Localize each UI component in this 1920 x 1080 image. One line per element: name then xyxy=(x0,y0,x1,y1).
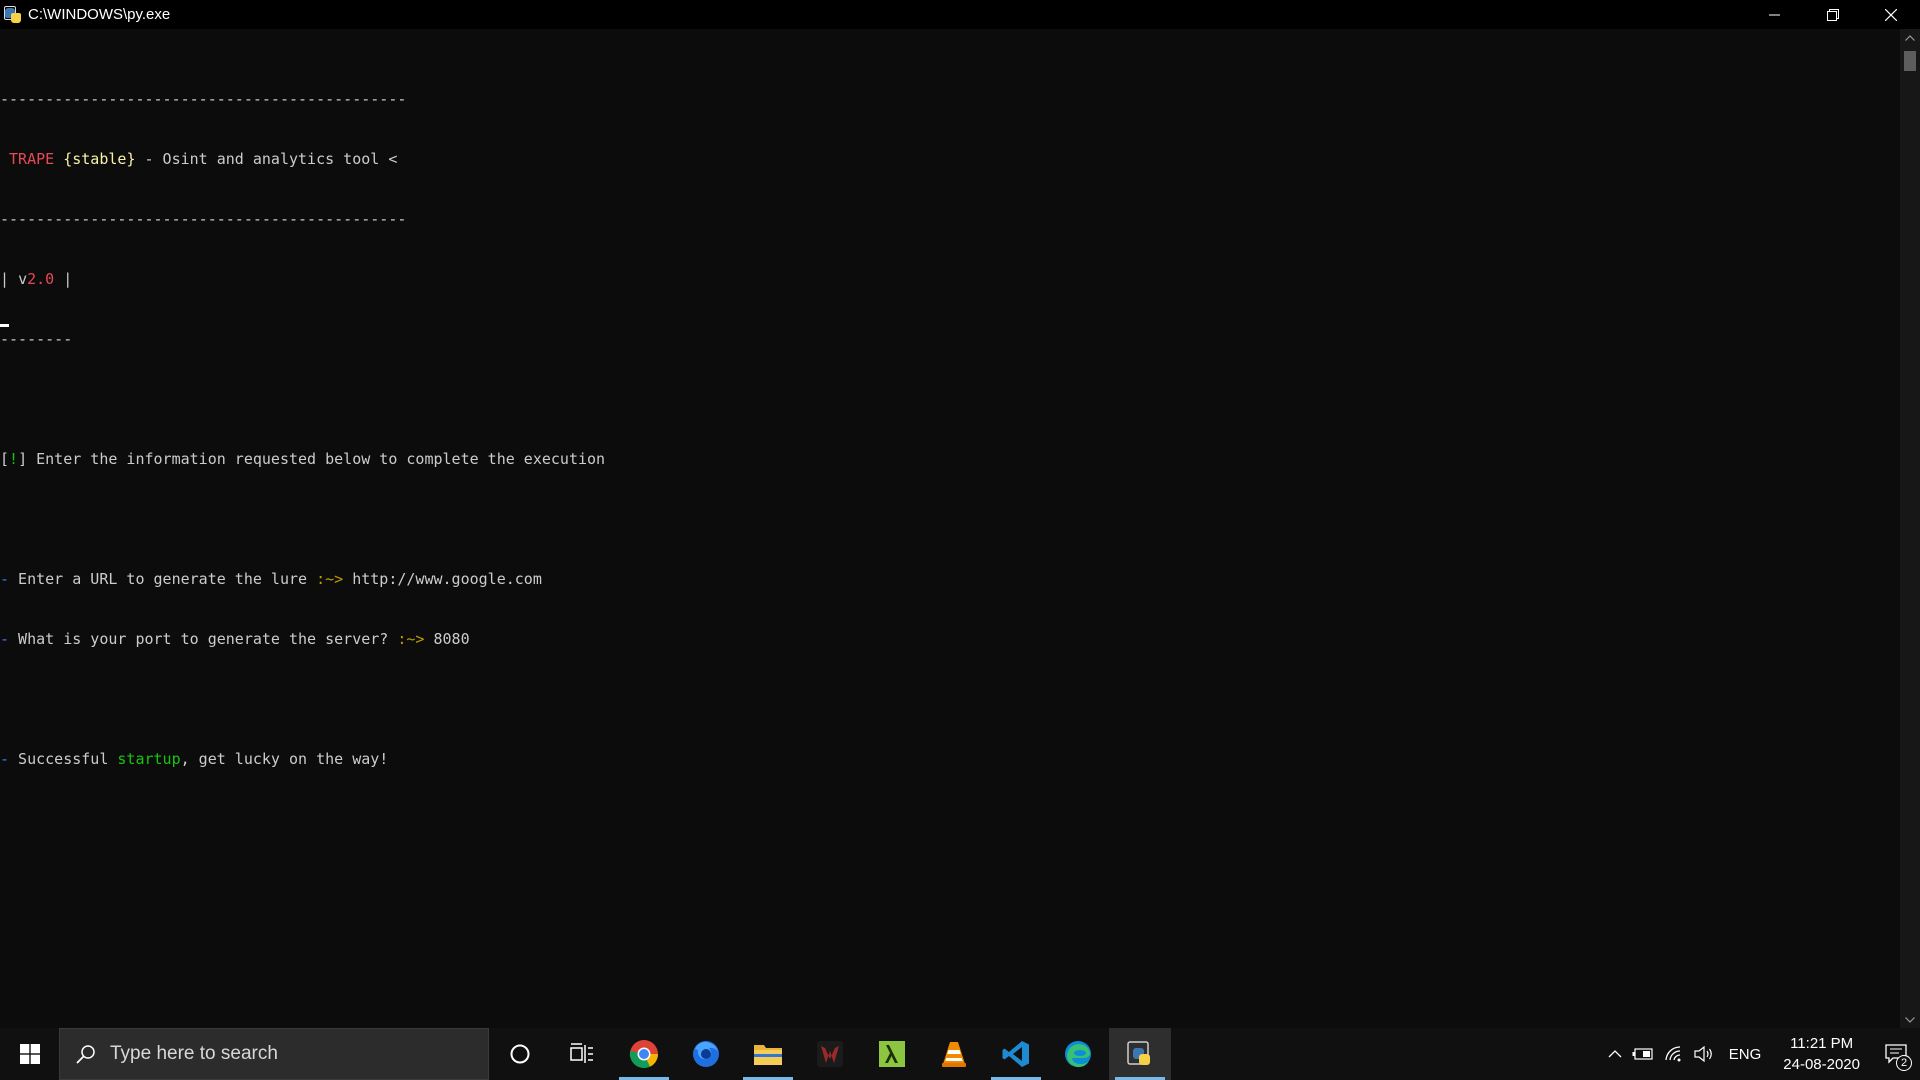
status-bullet: - xyxy=(0,750,10,768)
text-cursor xyxy=(0,324,9,327)
console-text: ----------------------------------------… xyxy=(0,49,605,809)
status-text-before: Successful xyxy=(9,750,118,768)
close-button[interactable] xyxy=(1862,0,1920,29)
taskbar-app-vscode[interactable] xyxy=(985,1028,1047,1080)
file-explorer-icon xyxy=(754,1045,782,1065)
status-highlight: startup xyxy=(117,750,181,768)
banner-tag: stable xyxy=(72,150,127,168)
lambda-app-icon xyxy=(879,1041,905,1067)
version-pipe-open: | xyxy=(0,270,19,288)
search-icon xyxy=(76,1044,96,1064)
python-icon xyxy=(1127,1041,1150,1065)
title-bar: C:\WINDOWS\py.exe xyxy=(0,0,1920,29)
taskbar-app-python-console[interactable] xyxy=(1109,1028,1171,1080)
taskbar-app-firefox[interactable] xyxy=(675,1028,737,1080)
prompt-line-port: - What is your port to generate the serv… xyxy=(0,629,605,649)
clock[interactable]: 11:21 PM 24-08-2020 xyxy=(1771,1033,1872,1075)
task-view-icon xyxy=(570,1043,593,1063)
taskbar-app-predator[interactable] xyxy=(799,1028,861,1080)
battery-button[interactable] xyxy=(1627,1028,1659,1080)
action-center-button[interactable]: 2 xyxy=(1872,1028,1920,1080)
taskbar-app-vlc[interactable] xyxy=(923,1028,985,1080)
predator-icon xyxy=(817,1041,843,1067)
wifi-icon xyxy=(1665,1046,1681,1062)
network-button[interactable] xyxy=(1659,1028,1689,1080)
python-console-icon xyxy=(3,5,23,25)
prompt-bullet: - xyxy=(0,570,10,588)
clock-time: 11:21 PM xyxy=(1790,1035,1854,1052)
notice-bracket-open: [ xyxy=(0,450,10,468)
taskbar-app-lambda[interactable] xyxy=(861,1028,923,1080)
cortana-button[interactable] xyxy=(489,1028,551,1080)
chrome-icon xyxy=(629,1040,658,1068)
version-line: | v2.0 | xyxy=(0,269,605,289)
taskbar: Type here to search ENG 11:21 PM 24-08-2… xyxy=(0,1028,1920,1080)
scrollbar-thumb[interactable] xyxy=(1904,51,1916,71)
banner-brace-open: { xyxy=(63,150,73,168)
status-line: - Successful startup, get lucky on the w… xyxy=(0,749,605,769)
input-language-indicator[interactable]: ENG xyxy=(1719,1028,1772,1080)
notice-text: Enter the information requested below to… xyxy=(27,450,606,468)
restore-icon xyxy=(1827,8,1839,21)
taskbar-search-box[interactable]: Type here to search xyxy=(59,1028,489,1080)
clock-date: 24-08-2020 xyxy=(1783,1056,1860,1073)
taskbar-app-edge[interactable] xyxy=(1047,1028,1109,1080)
prompt-answer: 8080 xyxy=(424,630,470,648)
scroll-up-button[interactable] xyxy=(1900,29,1920,46)
minimize-button[interactable] xyxy=(1746,0,1804,29)
show-hidden-icons-button[interactable] xyxy=(1603,1028,1627,1080)
notice-line: [!] Enter the information requested belo… xyxy=(0,449,605,469)
chevron-down-icon xyxy=(1905,1016,1915,1023)
notice-mark: ! xyxy=(9,450,19,468)
chevron-up-icon xyxy=(1905,34,1915,41)
banner-name: TRAPE xyxy=(9,150,55,168)
restore-button[interactable] xyxy=(1804,0,1862,29)
prompt-answer: http://www.google.com xyxy=(343,570,542,588)
vlc-icon xyxy=(942,1042,966,1067)
prompt-line-url: - Enter a URL to generate the lure :~> h… xyxy=(0,569,605,589)
edge-icon xyxy=(1065,1041,1091,1068)
cortana-icon xyxy=(510,1044,530,1064)
window-title: C:\WINDOWS\py.exe xyxy=(28,6,171,23)
firefox-icon xyxy=(693,1041,719,1067)
console-output[interactable]: ----------------------------------------… xyxy=(0,29,1900,1028)
start-button[interactable] xyxy=(0,1028,59,1080)
search-placeholder: Type here to search xyxy=(110,1043,278,1064)
taskbar-app-chrome[interactable] xyxy=(613,1028,675,1080)
prompt-bullet: - xyxy=(0,630,10,648)
chevron-up-icon xyxy=(1608,1050,1622,1058)
vscode-icon xyxy=(1002,1041,1029,1067)
scroll-down-button[interactable] xyxy=(1900,1011,1920,1028)
vertical-scrollbar[interactable] xyxy=(1900,29,1920,1028)
version-number: 2.0 xyxy=(27,270,55,288)
battery-icon xyxy=(1632,1048,1653,1060)
status-text-after: , get lucky on the way! xyxy=(180,750,389,768)
prompt-arrow: :~> xyxy=(397,630,425,648)
notice-bracket-close: ] xyxy=(18,450,28,468)
separator-line: ----------------------------------------… xyxy=(0,210,407,228)
window-controls xyxy=(1746,0,1920,29)
windows-logo-icon xyxy=(19,1044,40,1064)
prompt-question: Enter a URL to generate the lure xyxy=(9,570,317,588)
notification-count-badge: 2 xyxy=(1896,1055,1912,1071)
banner-line: TRAPE {stable} - Osint and analytics too… xyxy=(0,149,605,169)
task-view-button[interactable] xyxy=(551,1028,613,1080)
version-pipe-close: | xyxy=(54,270,73,288)
system-tray: ENG 11:21 PM 24-08-2020 2 xyxy=(1603,1028,1920,1080)
separator-line: ----------------------------------------… xyxy=(0,90,407,108)
prompt-arrow: :~> xyxy=(316,570,344,588)
volume-button[interactable] xyxy=(1689,1028,1719,1080)
close-icon xyxy=(1885,8,1897,21)
separator-short-line: -------- xyxy=(0,330,73,348)
prompt-question: What is your port to generate the server… xyxy=(9,630,398,648)
speaker-icon xyxy=(1694,1046,1712,1062)
minimize-icon xyxy=(1769,14,1780,15)
taskbar-app-file-explorer[interactable] xyxy=(737,1028,799,1080)
version-prefix: v xyxy=(18,270,28,288)
banner-subtitle: - Osint and analytics tool < xyxy=(135,150,398,168)
